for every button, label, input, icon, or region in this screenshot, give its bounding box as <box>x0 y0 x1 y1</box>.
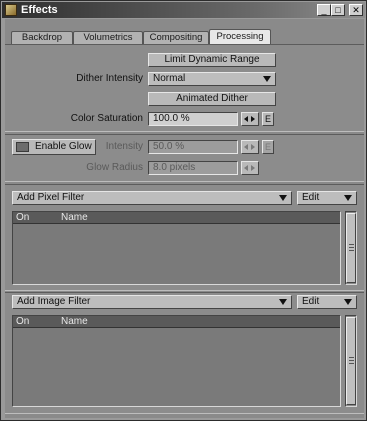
spin-right-icon <box>251 165 255 171</box>
limit-dynamic-range-button[interactable]: Limit Dynamic Range <box>148 53 276 67</box>
chevron-down-icon <box>344 299 352 305</box>
scrollbar-grip-icon <box>349 357 354 358</box>
column-header-name: Name <box>61 316 88 327</box>
maximize-button[interactable]: □ <box>331 4 345 16</box>
scrollbar-grip-icon <box>349 363 354 364</box>
animated-dither-button[interactable]: Animated Dither <box>148 92 276 106</box>
column-header-name: Name <box>61 212 88 223</box>
image-filter-list[interactable]: On Name <box>12 315 341 407</box>
image-filter-edit-dropdown[interactable]: Edit <box>297 295 357 309</box>
color-saturation-field[interactable]: 100.0 % <box>148 112 238 126</box>
effects-window: Effects _ □ ✕ Backdrop Volumetrics Compo… <box>0 0 367 421</box>
dither-intensity-label: Dither Intensity <box>76 73 143 84</box>
pixel-filter-panel: Add Pixel Filter Edit On Name <box>5 184 364 291</box>
spin-right-icon <box>251 116 255 122</box>
minimize-button[interactable]: _ <box>317 4 331 16</box>
glow-radius-spinner[interactable] <box>241 161 259 175</box>
pixel-filter-edit-label: Edit <box>302 192 320 203</box>
glow-panel: Enable Glow Intensity 50.0 % E Glow Radi… <box>5 134 364 182</box>
dither-intensity-dropdown[interactable]: Normal <box>148 72 276 86</box>
window-client-area: Backdrop Volumetrics Compositing Process… <box>5 19 364 418</box>
image-filter-scrollbar[interactable] <box>345 315 357 407</box>
tab-processing[interactable]: Processing <box>209 29 271 44</box>
column-header-on: On <box>16 316 30 327</box>
title-bar[interactable]: Effects _ □ ✕ <box>2 2 365 18</box>
spin-left-icon <box>244 144 248 150</box>
add-image-filter-dropdown[interactable]: Add Image Filter <box>12 295 292 309</box>
scrollbar-grip-icon <box>349 250 354 251</box>
scrollbar-thumb[interactable] <box>346 317 356 405</box>
window-title: Effects <box>21 4 58 16</box>
tab-compositing[interactable]: Compositing <box>143 31 209 44</box>
pixel-filter-list-header: On Name <box>13 212 340 224</box>
pixel-filter-list[interactable]: On Name <box>12 211 341 285</box>
chevron-down-icon <box>279 299 287 305</box>
glow-intensity-label: Intensity <box>105 141 143 152</box>
column-header-on: On <box>16 212 30 223</box>
color-saturation-spinner[interactable] <box>241 112 259 126</box>
processing-panel: Limit Dynamic Range Dither Intensity Nor… <box>5 44 364 132</box>
add-pixel-filter-dropdown[interactable]: Add Pixel Filter <box>12 191 292 205</box>
scrollbar-grip-icon <box>349 247 354 248</box>
chevron-down-icon <box>263 76 271 82</box>
dither-intensity-value: Normal <box>153 73 186 84</box>
glow-intensity-spinner[interactable] <box>241 140 259 154</box>
tab-backdrop[interactable]: Backdrop <box>11 31 73 44</box>
chevron-down-icon <box>344 195 352 201</box>
glow-intensity-field[interactable]: 50.0 % <box>148 140 238 154</box>
tab-volumetrics[interactable]: Volumetrics <box>73 31 143 44</box>
chevron-down-icon <box>279 195 287 201</box>
scrollbar-grip-icon <box>349 360 354 361</box>
glow-radius-field[interactable]: 8.0 pixels <box>148 161 238 175</box>
glow-radius-label: Glow Radius <box>86 162 143 173</box>
pixel-filter-scrollbar[interactable] <box>345 211 357 285</box>
image-filter-list-header: On Name <box>13 316 340 328</box>
spin-right-icon <box>251 144 255 150</box>
tab-bar: Backdrop Volumetrics Compositing Process… <box>11 29 361 44</box>
app-icon <box>5 4 17 16</box>
spin-left-icon <box>244 116 248 122</box>
image-filter-edit-label: Edit <box>302 296 320 307</box>
close-button[interactable]: ✕ <box>349 4 363 16</box>
pixel-filter-edit-dropdown[interactable]: Edit <box>297 191 357 205</box>
scrollbar-thumb[interactable] <box>346 213 356 283</box>
checkbox-icon <box>16 142 29 152</box>
glow-intensity-envelope-button[interactable]: E <box>262 140 274 154</box>
scrollbar-grip-icon <box>349 244 354 245</box>
add-image-filter-label: Add Image Filter <box>17 296 91 307</box>
color-saturation-envelope-button[interactable]: E <box>262 112 274 126</box>
color-saturation-label: Color Saturation <box>70 113 143 124</box>
add-pixel-filter-label: Add Pixel Filter <box>17 192 85 203</box>
spin-left-icon <box>244 165 248 171</box>
image-filter-panel: Add Image Filter Edit On Name <box>5 292 364 414</box>
